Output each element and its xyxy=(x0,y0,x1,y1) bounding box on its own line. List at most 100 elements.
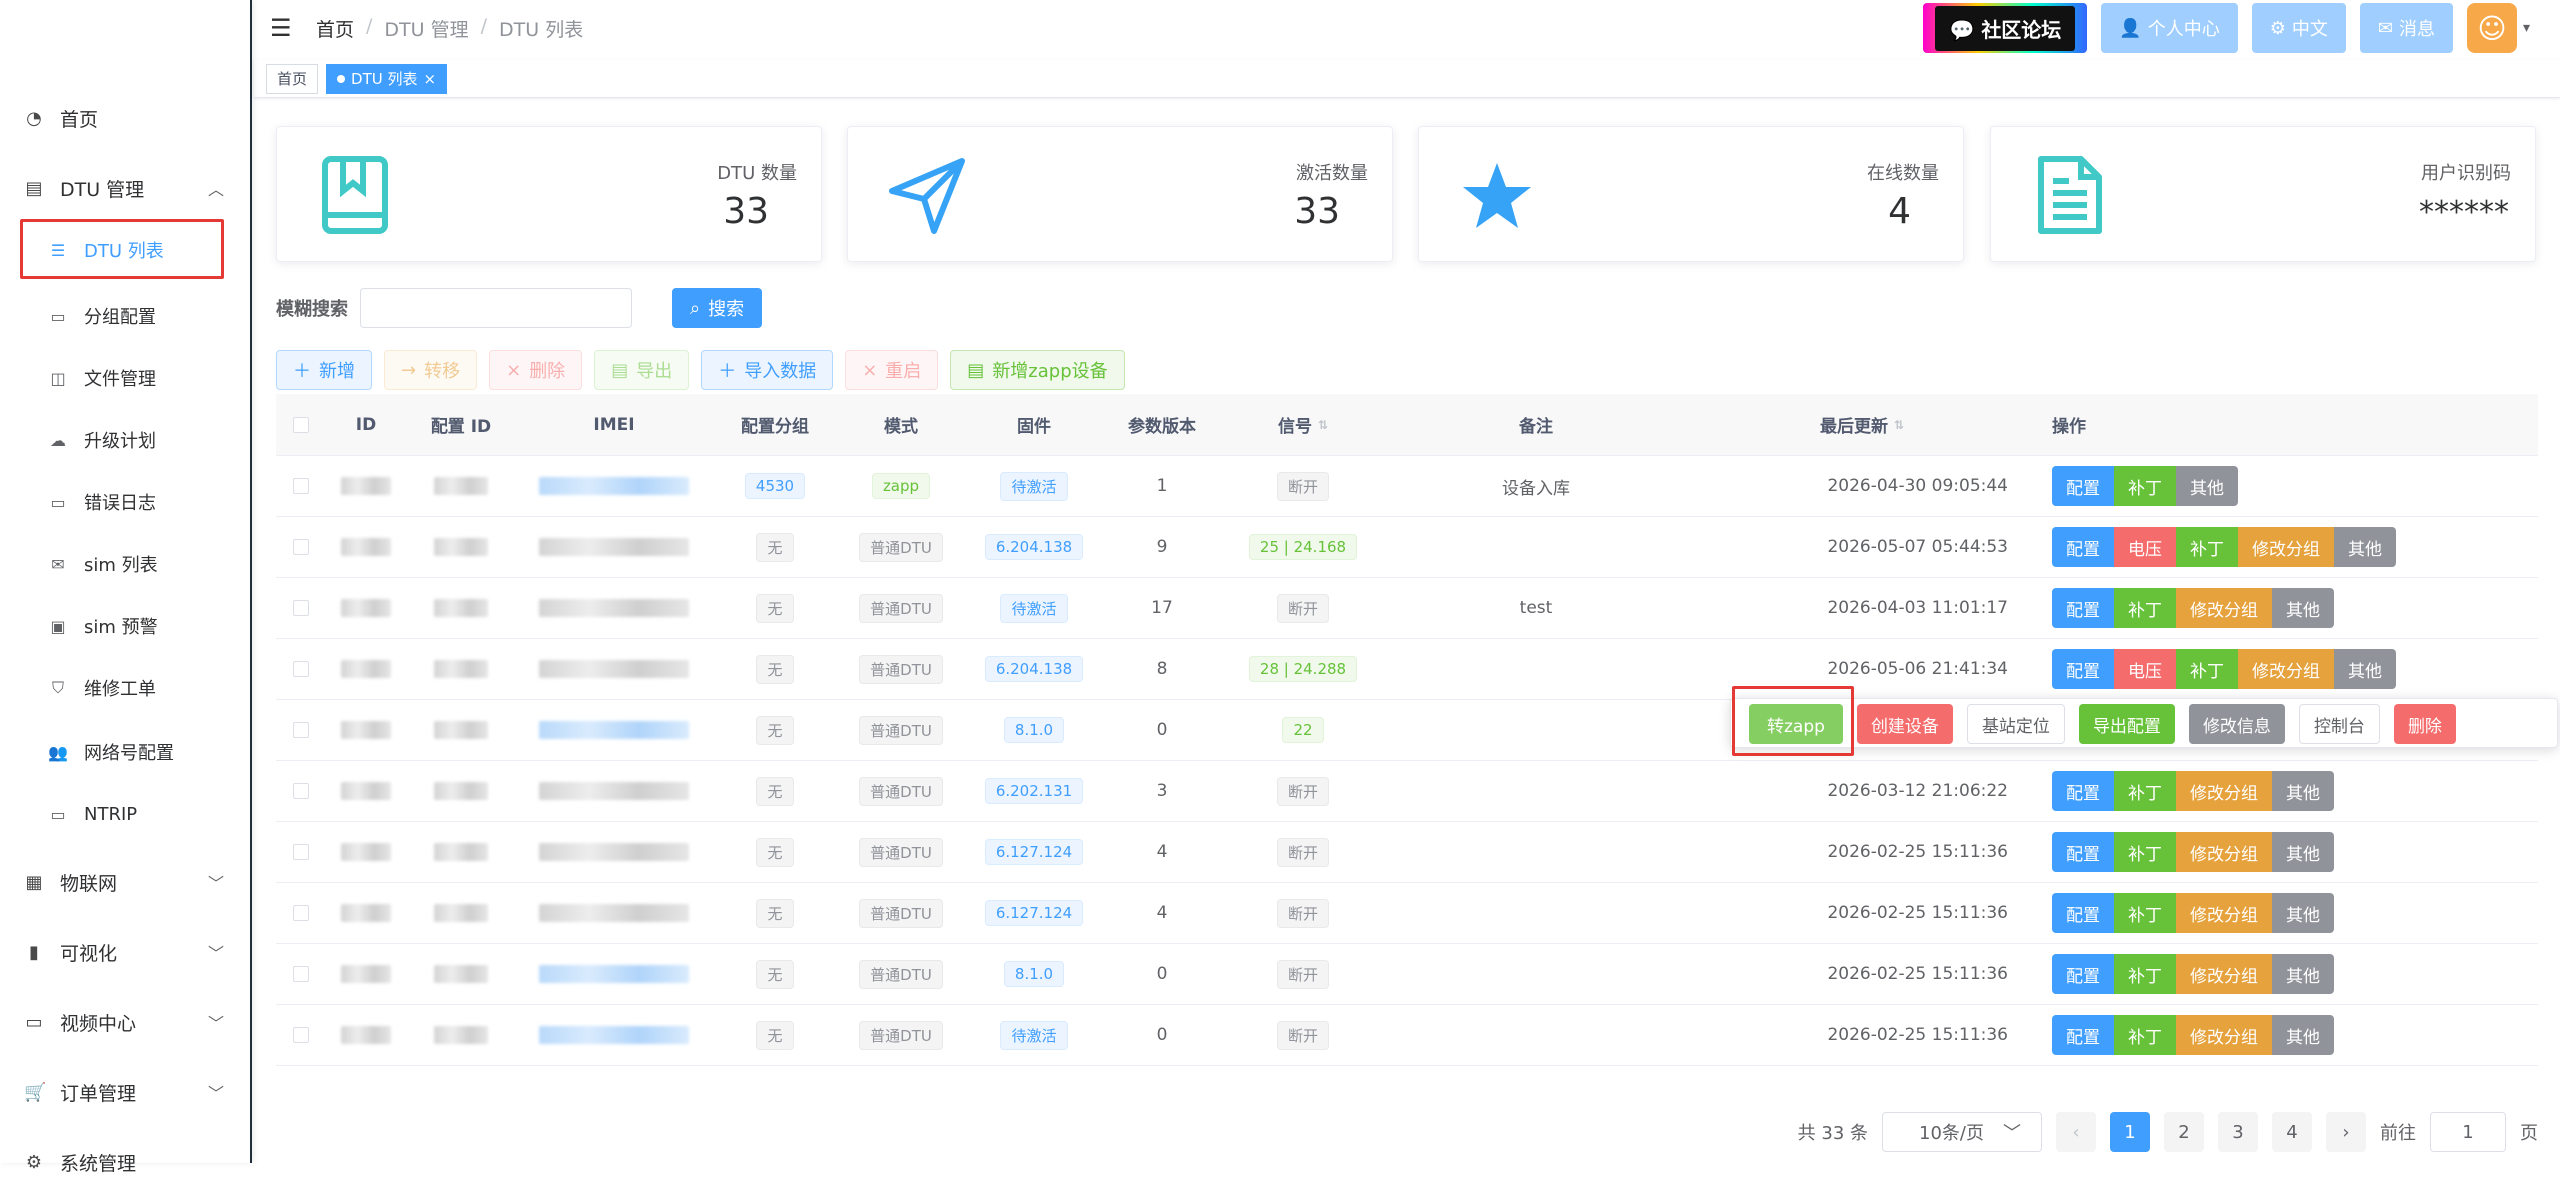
table-row[interactable]: 无 普通DTU 6.204.138 9 25 | 24.168 2026-05-… xyxy=(276,517,2538,578)
page-4-button[interactable]: 4 xyxy=(2272,1112,2312,1152)
other-button[interactable]: 其他 xyxy=(2272,771,2334,811)
edit-group-button[interactable]: 修改分组 xyxy=(2238,649,2334,689)
table-row[interactable]: 无 普通DTU 6.202.131 3 断开 2026-03-12 21:06:… xyxy=(276,761,2538,822)
breadcrumb-home[interactable]: 首页 xyxy=(316,15,354,42)
config-button[interactable]: 配置 xyxy=(2052,466,2114,506)
add-zapp-button[interactable]: ▤ 新增zapp设备 xyxy=(950,350,1125,390)
sort-icon[interactable]: ⇅ xyxy=(1318,418,1328,432)
export-config-button[interactable]: 导出配置 xyxy=(2078,704,2175,744)
config-button[interactable]: 配置 xyxy=(2052,588,2114,628)
table-row[interactable]: 无 普通DTU 待激活 17 断开 test 2026-04-03 11:01:… xyxy=(276,578,2538,639)
row-checkbox[interactable] xyxy=(293,722,309,738)
page-2-button[interactable]: 2 xyxy=(2164,1112,2204,1152)
patch-button[interactable]: 补丁 xyxy=(2176,649,2238,689)
config-button[interactable]: 配置 xyxy=(2052,954,2114,994)
sidebar-item-network-config[interactable]: 👥 网络号配置 xyxy=(0,724,250,780)
sidebar-item-orders[interactable]: 🛒 订单管理 ﹀ xyxy=(0,1064,250,1120)
remove-button[interactable]: 删除 xyxy=(2393,704,2456,744)
delete-button[interactable]: × 删除 xyxy=(489,350,583,390)
other-button[interactable]: 其他 xyxy=(2272,1015,2334,1055)
tab-home[interactable]: 首页 xyxy=(266,63,319,94)
import-button[interactable]: ＋导入数据 xyxy=(701,350,834,390)
sidebar-item-group-config[interactable]: ▭ 分组配置 xyxy=(0,288,250,344)
row-checkbox[interactable] xyxy=(293,600,309,616)
create-device-button[interactable]: 创建设备 xyxy=(1856,704,1953,744)
sidebar-item-upgrade-plan[interactable]: ☁ 升级计划 xyxy=(0,412,250,468)
next-page-button[interactable]: › xyxy=(2326,1112,2366,1152)
page-size-select[interactable]: 10条/页 ﹀ xyxy=(1882,1112,2042,1152)
row-checkbox[interactable] xyxy=(293,539,309,555)
breadcrumb-dtu-manage[interactable]: DTU 管理 xyxy=(384,15,468,42)
sidebar-item-visualize[interactable]: ▮ 可视化 ﹀ xyxy=(0,924,250,980)
language-button[interactable]: ⚙ 中文 xyxy=(2251,3,2346,53)
redacted-imei[interactable] xyxy=(539,721,689,739)
other-button[interactable]: 其他 xyxy=(2272,893,2334,933)
restart-button[interactable]: × 重启 xyxy=(845,350,939,390)
redacted-imei[interactable] xyxy=(539,965,689,983)
personal-center-button[interactable]: 👤 个人中心 xyxy=(2101,3,2238,53)
search-button[interactable]: ⌕ 搜索 xyxy=(672,288,763,328)
config-button[interactable]: 配置 xyxy=(2052,649,2114,689)
sidebar-item-dtu-list[interactable]: ☰ DTU 列表 xyxy=(0,222,250,278)
tab-dtu-list[interactable]: DTU 列表 × xyxy=(326,63,448,94)
prev-page-button[interactable]: ‹ xyxy=(2056,1112,2096,1152)
sidebar-item-system[interactable]: ⚙ 系统管理 xyxy=(0,1134,250,1190)
config-button[interactable]: 配置 xyxy=(2052,771,2114,811)
other-button[interactable]: 其他 xyxy=(2272,588,2334,628)
edit-group-button[interactable]: 修改分组 xyxy=(2176,832,2272,872)
voltage-button[interactable]: 电压 xyxy=(2114,527,2176,567)
row-checkbox[interactable] xyxy=(293,783,309,799)
edit-info-button[interactable]: 修改信息 xyxy=(2188,704,2285,744)
sidebar-item-sim-alert[interactable]: ▣ sim 预警 xyxy=(0,598,250,654)
table-row[interactable]: 无 普通DTU 6.127.124 4 断开 2026-02-25 15:11:… xyxy=(276,883,2538,944)
table-row[interactable]: 4530 zapp 待激活 1 断开 设备入库 2026-04-30 09:05… xyxy=(276,456,2538,517)
sidebar-item-dtu-manage[interactable]: ▤ DTU 管理 ︿ xyxy=(0,160,250,216)
edit-group-button[interactable]: 修改分组 xyxy=(2238,527,2334,567)
sidebar-item-repair-order[interactable]: ⛉ 维修工单 xyxy=(0,660,250,716)
edit-group-button[interactable]: 修改分组 xyxy=(2176,771,2272,811)
avatar[interactable]: ☺ xyxy=(2466,3,2517,53)
goto-page-input[interactable]: 1 xyxy=(2430,1112,2506,1152)
row-checkbox[interactable] xyxy=(293,905,309,921)
redacted-imei[interactable] xyxy=(539,477,689,495)
patch-button[interactable]: 补丁 xyxy=(2114,588,2176,628)
table-row[interactable]: 无 普通DTU 6.127.124 4 断开 2026-02-25 15:11:… xyxy=(276,822,2538,883)
patch-button[interactable]: 补丁 xyxy=(2114,832,2176,872)
sort-icon[interactable]: ⇅ xyxy=(1894,418,1904,432)
sidebar-item-video[interactable]: ▭ 视频中心 ﹀ xyxy=(0,994,250,1050)
hamburger-icon[interactable]: ☰ xyxy=(270,14,300,42)
row-checkbox[interactable] xyxy=(293,844,309,860)
other-button[interactable]: 其他 xyxy=(2272,832,2334,872)
sidebar-item-iot[interactable]: ▦ 物联网 ﹀ xyxy=(0,854,250,910)
close-icon[interactable]: × xyxy=(423,70,436,88)
column-updated[interactable]: 最后更新 ⇅ xyxy=(1686,412,2038,437)
table-row[interactable]: 无 普通DTU 6.204.138 8 28 | 24.288 2026-05-… xyxy=(276,639,2538,700)
sidebar-item-home[interactable]: ◔ 首页 xyxy=(0,90,250,146)
patch-button[interactable]: 补丁 xyxy=(2114,893,2176,933)
edit-group-button[interactable]: 修改分组 xyxy=(2176,954,2272,994)
export-button[interactable]: ▤ 导出 xyxy=(594,350,690,390)
sidebar-item-file-manage[interactable]: ◫ 文件管理 xyxy=(0,350,250,406)
row-checkbox[interactable] xyxy=(293,966,309,982)
other-button[interactable]: 其他 xyxy=(2334,527,2396,567)
table-row[interactable]: 无 普通DTU 待激活 0 断开 2026-02-25 15:11:36 配置补… xyxy=(276,1005,2538,1066)
forum-button[interactable]: 💬 社区论坛 xyxy=(1923,3,2088,53)
config-button[interactable]: 配置 xyxy=(2052,832,2114,872)
patch-button[interactable]: 补丁 xyxy=(2114,771,2176,811)
page-3-button[interactable]: 3 xyxy=(2218,1112,2258,1152)
redacted-imei[interactable] xyxy=(539,1026,689,1044)
config-button[interactable]: 配置 xyxy=(2052,893,2114,933)
row-checkbox[interactable] xyxy=(293,1027,309,1043)
edit-group-button[interactable]: 修改分组 xyxy=(2176,893,2272,933)
voltage-button[interactable]: 电压 xyxy=(2114,649,2176,689)
select-all-checkbox[interactable] xyxy=(293,416,309,433)
sidebar-item-error-log[interactable]: ▭ 错误日志 xyxy=(0,474,250,530)
caret-down-icon[interactable]: ▾ xyxy=(2523,20,2530,36)
table-row[interactable]: 无 普通DTU 8.1.0 0 断开 2026-02-25 15:11:36 配… xyxy=(276,944,2538,1005)
transfer-button[interactable]: → 转移 xyxy=(384,350,478,390)
sidebar-item-sim-list[interactable]: ✉ sim 列表 xyxy=(0,536,250,592)
patch-button[interactable]: 补丁 xyxy=(2114,954,2176,994)
sidebar-item-ntrip[interactable]: ▭ NTRIP xyxy=(0,786,250,842)
edit-group-button[interactable]: 修改分组 xyxy=(2176,588,2272,628)
page-1-button[interactable]: 1 xyxy=(2110,1112,2150,1152)
